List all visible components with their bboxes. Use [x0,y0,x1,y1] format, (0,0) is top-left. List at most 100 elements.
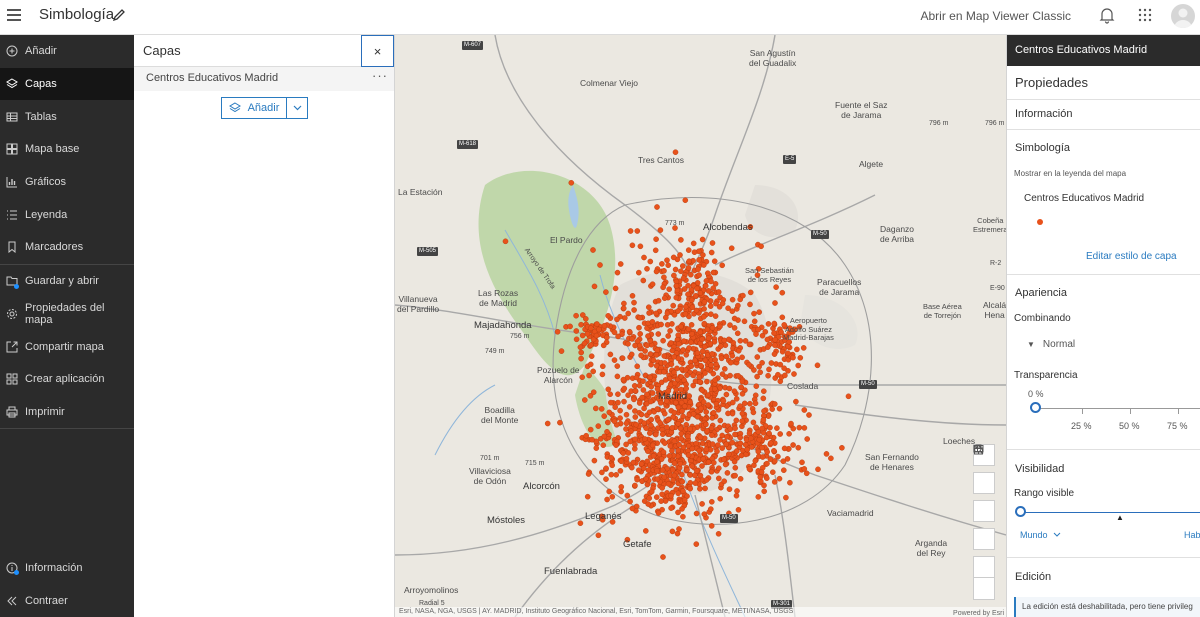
visible-range-track[interactable] [1023,512,1200,513]
map-point[interactable] [804,436,811,442]
map-point[interactable] [791,371,797,377]
map-point[interactable] [688,363,695,369]
map-point[interactable] [680,275,687,281]
map-point[interactable] [776,475,783,482]
map-point[interactable] [754,373,760,380]
map-point[interactable] [675,490,682,497]
map-point[interactable] [728,245,735,251]
map-point[interactable] [648,416,655,423]
map-point[interactable] [666,286,673,292]
map-point[interactable] [632,482,638,489]
map-point[interactable] [696,447,703,454]
map-point[interactable] [793,398,799,405]
map-point[interactable] [717,437,723,443]
map-point[interactable] [592,405,599,412]
map-point[interactable] [621,315,628,321]
nav-tables[interactable]: Tablas [0,100,134,133]
map-point[interactable] [582,315,589,322]
map-point[interactable] [782,372,788,379]
map-point[interactable] [758,243,764,250]
map-point[interactable] [601,413,607,419]
nav-collapse[interactable]: Contraer [0,584,134,617]
map-point[interactable] [581,397,588,403]
map-point[interactable] [764,460,770,467]
map-point[interactable] [641,405,647,412]
map-point[interactable] [647,398,654,405]
map-point[interactable] [771,479,778,485]
map-point[interactable] [621,385,628,392]
map-point[interactable] [703,409,710,415]
map-point[interactable] [727,426,734,432]
map-point[interactable] [675,404,682,411]
map-point[interactable] [628,464,635,471]
map-point[interactable] [746,341,753,348]
map-point[interactable] [746,361,752,368]
zoom-out-button[interactable] [973,448,995,600]
map-point[interactable] [586,372,592,379]
map-point[interactable] [591,283,598,290]
map-point[interactable] [617,467,624,474]
map-point[interactable] [704,270,711,276]
map-point[interactable] [737,403,743,409]
map-point[interactable] [750,419,757,426]
map-point[interactable] [590,389,597,396]
map-point[interactable] [723,353,730,360]
map-point[interactable] [659,261,665,267]
map-point[interactable] [636,400,643,406]
map-point[interactable] [661,274,667,281]
map-point[interactable] [755,494,762,500]
map-point[interactable] [611,357,618,363]
map-point[interactable] [701,306,707,312]
map-point[interactable] [686,258,693,264]
map-point[interactable] [814,362,821,369]
map-point[interactable] [795,362,802,369]
map-point[interactable] [691,249,698,255]
map-point[interactable] [654,476,661,482]
map-point[interactable] [760,417,767,423]
map-point[interactable] [604,496,610,503]
map-point[interactable] [650,452,657,459]
map-point[interactable] [708,468,715,475]
map-point[interactable] [712,357,718,363]
map-point[interactable] [636,324,642,331]
menu-icon[interactable] [7,9,21,21]
map-point[interactable] [635,269,642,276]
map-point[interactable] [670,302,677,309]
map-point[interactable] [729,439,736,446]
map-point[interactable] [620,450,627,456]
map-point[interactable] [675,308,681,314]
map-point[interactable] [685,265,692,271]
map-point[interactable] [614,269,621,276]
map-point[interactable] [795,444,802,451]
map-point[interactable] [661,295,668,302]
map-point[interactable] [708,498,715,505]
map-point[interactable] [618,458,625,465]
map-point[interactable] [729,352,736,359]
map-point[interactable] [654,347,661,353]
map-point[interactable] [715,465,722,472]
map-point[interactable] [639,394,645,401]
map-point[interactable] [679,478,686,485]
map-point[interactable] [647,351,654,357]
map-point[interactable] [754,354,761,360]
map-point[interactable] [693,440,700,447]
map-point[interactable] [785,350,791,357]
map-point[interactable] [717,495,724,502]
map-point[interactable] [747,400,753,407]
map-point[interactable] [768,360,775,366]
map-point[interactable] [567,323,573,330]
map-point[interactable] [796,424,803,431]
map-point[interactable] [731,325,738,331]
map-point[interactable] [685,291,691,298]
map-point[interactable] [794,346,800,353]
map-point[interactable] [675,420,682,427]
map-point[interactable] [759,359,765,366]
map-point[interactable] [750,409,757,416]
map-point[interactable] [712,313,719,319]
map-point[interactable] [704,326,711,333]
map-point[interactable] [678,435,684,442]
map-point[interactable] [614,373,621,380]
map-point[interactable] [669,466,676,473]
map-point[interactable] [713,300,719,307]
map-point[interactable] [722,461,729,468]
